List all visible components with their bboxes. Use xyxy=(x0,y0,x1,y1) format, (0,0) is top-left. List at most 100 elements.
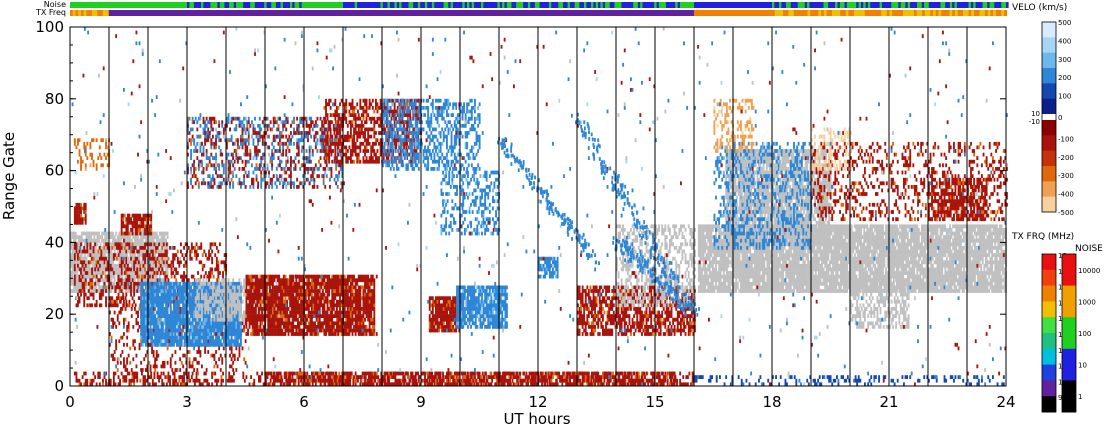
backscatter-cell xyxy=(171,321,174,326)
backscatter-cell xyxy=(137,310,139,315)
backscatter-cell xyxy=(193,339,196,344)
backscatter-cell xyxy=(89,260,92,265)
backscatter-cell xyxy=(158,260,160,265)
backscatter-cell xyxy=(136,375,139,379)
backscatter-cell xyxy=(158,342,161,347)
backscatter-cell xyxy=(775,375,777,379)
backscatter-cell xyxy=(154,289,157,293)
backscatter-cell xyxy=(121,274,124,279)
backscatter-cell xyxy=(235,346,238,351)
backscatter-cell xyxy=(349,378,352,383)
txfreq-bar-segment xyxy=(894,10,898,16)
backscatter-cell xyxy=(112,303,115,308)
backscatter-cell xyxy=(86,242,89,247)
noise-bar-segment xyxy=(406,2,409,8)
backscatter-cell xyxy=(214,378,217,383)
backscatter-cell xyxy=(84,378,87,383)
backscatter-cell xyxy=(88,274,91,279)
backscatter-cell xyxy=(203,249,206,254)
backscatter-cell xyxy=(166,246,169,250)
backscatter-cell xyxy=(144,217,146,222)
backscatter-cell xyxy=(842,375,845,379)
backscatter-cell xyxy=(112,299,114,304)
backscatter-cell xyxy=(155,310,158,315)
backscatter-cell xyxy=(216,281,219,286)
backscatter-cell xyxy=(142,253,145,257)
backscatter-cell xyxy=(105,296,107,301)
backscatter-cell xyxy=(945,378,948,383)
backscatter-cell xyxy=(155,342,158,347)
plot-area: 0 3 6 9 12 15 18 21 24 020406080100 UT hours Ran… xyxy=(0,18,1016,428)
backscatter-cell xyxy=(174,328,177,333)
backscatter-cell xyxy=(151,339,153,344)
noise-bar-segment xyxy=(539,2,543,8)
txfreq-bar-segment xyxy=(70,10,74,16)
backscatter-cell xyxy=(550,371,553,376)
backscatter-cell xyxy=(158,249,161,254)
backscatter-cell xyxy=(164,271,167,275)
backscatter-cell xyxy=(83,260,86,265)
backscatter-cell xyxy=(220,378,223,383)
backscatter-cell xyxy=(506,371,509,376)
noise-bar-segment xyxy=(900,2,904,8)
backscatter-cell xyxy=(509,375,512,379)
noise-bar-segment xyxy=(511,2,515,8)
backscatter-cell xyxy=(155,292,158,297)
backscatter-cell xyxy=(174,292,177,297)
backscatter-cell xyxy=(123,364,125,369)
noise-bar-segment xyxy=(532,2,536,8)
backscatter-cell xyxy=(478,378,481,383)
backscatter-cell xyxy=(134,274,136,279)
noise-bar-segment xyxy=(247,2,251,8)
backscatter-cell xyxy=(93,231,96,236)
backscatter-cell xyxy=(167,371,170,376)
backscatter-cell xyxy=(377,375,380,379)
noise-bar-segment xyxy=(898,2,901,8)
backscatter-cell xyxy=(503,375,506,379)
noise-bar-segment xyxy=(849,2,852,8)
backscatter-cell xyxy=(213,332,216,336)
backscatter-cell xyxy=(639,378,642,383)
backscatter-cell xyxy=(155,249,157,254)
backscatter-cell xyxy=(327,378,330,383)
backscatter-cell xyxy=(113,274,116,279)
backscatter-cell xyxy=(193,299,196,304)
backscatter-cell xyxy=(77,260,80,265)
backscatter-cell xyxy=(113,321,116,326)
backscatter-cell xyxy=(152,310,155,315)
backscatter-cell xyxy=(105,141,107,146)
backscatter-cell xyxy=(77,292,79,297)
backscatter-cell xyxy=(740,378,743,383)
backscatter-cell xyxy=(162,371,165,376)
backscatter-cell xyxy=(202,317,205,322)
backscatter-cell xyxy=(162,235,164,239)
backscatter-cell xyxy=(123,253,125,257)
backscatter-cell xyxy=(135,263,138,268)
backscatter-cell xyxy=(201,332,203,336)
backscatter-cell xyxy=(275,371,278,376)
backscatter-cell xyxy=(166,235,169,239)
backscatter-cell xyxy=(136,289,139,293)
backscatter-cell xyxy=(229,364,231,369)
backscatter-cell xyxy=(197,350,200,354)
noise-bar-segment xyxy=(347,2,351,8)
backscatter-cell xyxy=(162,292,164,297)
noise-bar-segment xyxy=(217,2,221,8)
backscatter-cell xyxy=(78,256,81,261)
noise-bar-segment xyxy=(940,2,944,8)
backscatter-cell xyxy=(124,368,127,372)
backscatter-cell xyxy=(100,163,103,168)
backscatter-cell xyxy=(597,375,600,379)
backscatter-cell xyxy=(73,220,76,225)
backscatter-cell xyxy=(96,281,99,286)
backscatter-cell xyxy=(183,378,185,383)
backscatter-cell xyxy=(111,246,114,250)
backscatter-cell xyxy=(124,307,127,311)
noise-bar-segment xyxy=(483,2,487,8)
backscatter-cell xyxy=(162,289,164,293)
noise-bar-segment xyxy=(282,2,286,8)
noise-bar-segment xyxy=(422,2,426,8)
backscatter-cell xyxy=(221,357,224,362)
backscatter-cell xyxy=(579,378,582,383)
backscatter-cell xyxy=(136,217,139,222)
